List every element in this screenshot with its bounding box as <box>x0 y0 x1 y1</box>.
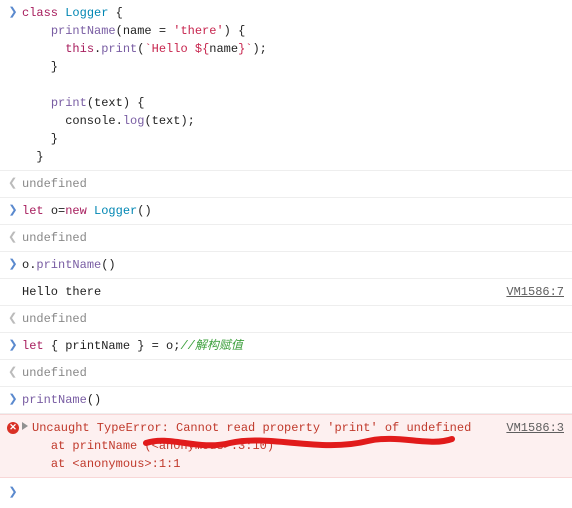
console-input-code: let o=new Logger() <box>22 202 564 220</box>
source-link[interactable]: VM1586:7 <box>498 283 564 301</box>
console-result: undefined <box>22 364 564 382</box>
gutter: ❯ <box>4 364 22 382</box>
console-error: Uncaught TypeError: Cannot read property… <box>22 419 498 473</box>
console-input-code: printName() <box>22 391 564 409</box>
console-entry: ✕Uncaught TypeError: Cannot read propert… <box>0 414 572 478</box>
gutter: ❯ <box>4 310 22 328</box>
console-entry: ❯ undefined <box>0 171 572 198</box>
console-entry: ❯ let { printName } = o;//解构赋值 <box>0 333 572 360</box>
result-caret-icon: ❯ <box>8 230 17 247</box>
gutter: ❯ <box>4 4 22 22</box>
console-input-code: class Logger { printName(name = 'there')… <box>22 4 564 166</box>
console-prompt[interactable]: ❯ <box>0 478 572 508</box>
console-entry: ❯ printName() <box>0 387 572 414</box>
devtools-console: ❯ class Logger { printName(name = 'there'… <box>0 0 572 478</box>
input-caret-icon: ❯ <box>8 338 17 355</box>
gutter <box>4 283 22 284</box>
console-result: undefined <box>22 310 564 328</box>
expand-triangle-icon[interactable] <box>22 422 28 430</box>
console-entry: Hello thereVM1586:7 <box>0 279 572 306</box>
gutter: ❯ <box>4 202 22 220</box>
console-entry: ❯ let o=new Logger() <box>0 198 572 225</box>
result-caret-icon: ❯ <box>8 365 17 382</box>
console-input-code: let { printName } = o;//解构赋值 <box>22 337 564 355</box>
console-input-code: o.printName() <box>22 256 564 274</box>
result-caret-icon: ❯ <box>8 311 17 328</box>
console-entry: ❯ o.printName() <box>0 252 572 279</box>
error-icon: ✕ <box>7 422 19 434</box>
console-log: Hello there <box>22 283 498 301</box>
source-link[interactable]: VM1586:3 <box>498 419 564 437</box>
prompt-caret-icon: ❯ <box>8 485 17 502</box>
console-entry: ❯ undefined <box>0 225 572 252</box>
input-caret-icon: ❯ <box>8 203 17 220</box>
gutter: ❯ <box>4 175 22 193</box>
input-caret-icon: ❯ <box>8 5 17 22</box>
result-caret-icon: ❯ <box>8 176 17 193</box>
console-entry: ❯ undefined <box>0 306 572 333</box>
input-caret-icon: ❯ <box>8 392 17 409</box>
console-entry: ❯ class Logger { printName(name = 'there'… <box>0 0 572 171</box>
console-result: undefined <box>22 229 564 247</box>
console-result: undefined <box>22 175 564 193</box>
gutter: ✕ <box>4 419 22 434</box>
console-entry: ❯ undefined <box>0 360 572 387</box>
input-caret-icon: ❯ <box>8 257 17 274</box>
gutter: ❯ <box>4 337 22 355</box>
gutter: ❯ <box>4 229 22 247</box>
gutter: ❯ <box>4 256 22 274</box>
gutter: ❯ <box>4 391 22 409</box>
